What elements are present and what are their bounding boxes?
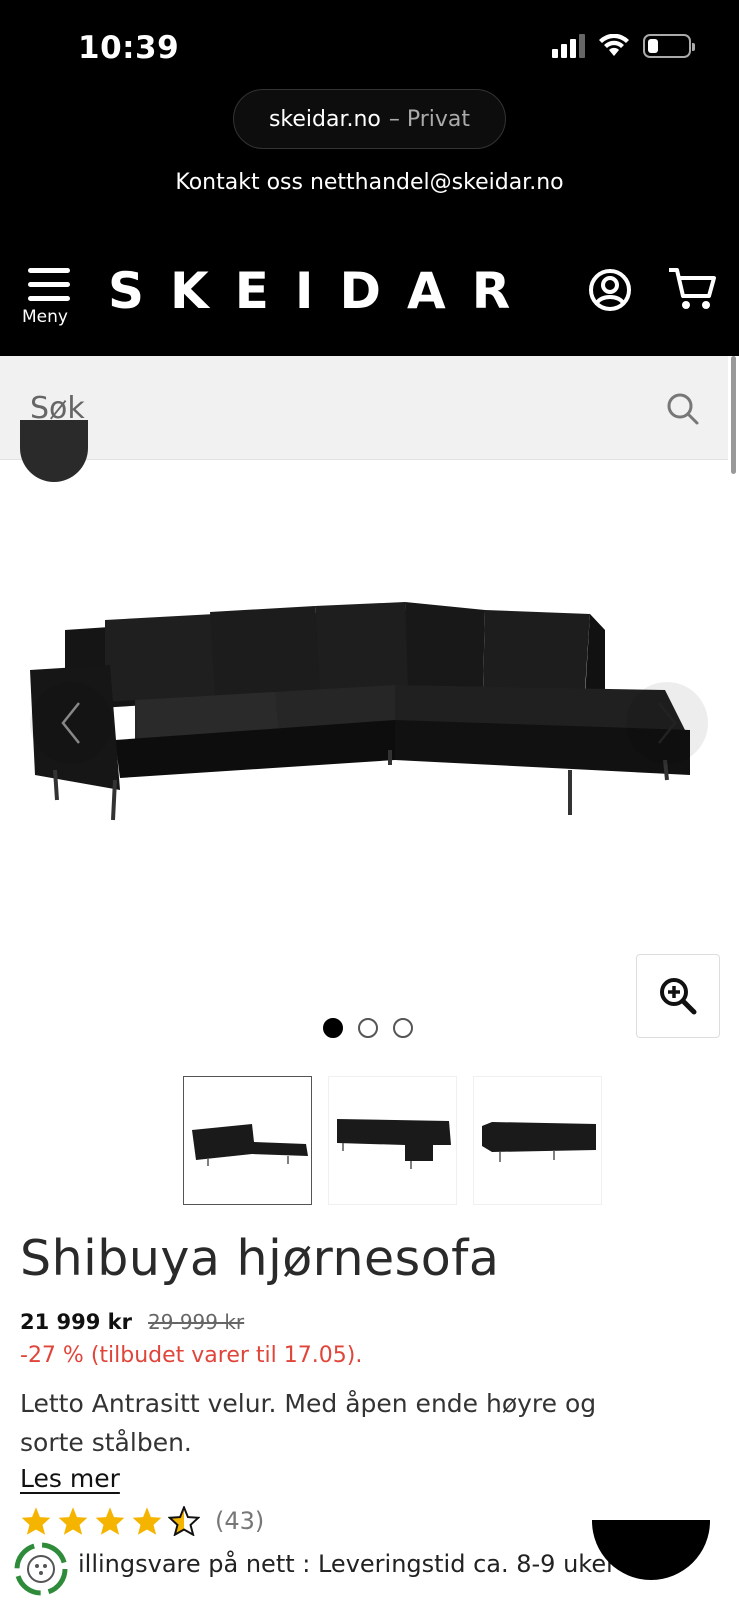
discount-text: -27 % (tilbudet varer til 17.05). [20,1343,363,1368]
product-rating[interactable]: (43) [20,1506,264,1536]
url-mode: – Privat [388,106,471,132]
star-icon [95,1507,125,1535]
zoom-in-icon [660,978,697,1015]
chevron-left-icon [61,702,80,744]
star-half-icon [168,1506,200,1536]
chevron-right-icon [658,702,677,744]
menu-label: Meny [22,307,68,327]
signal-icon [552,34,585,58]
pagination-dot[interactable] [323,1018,343,1038]
star-icon [132,1507,162,1535]
next-image-button[interactable] [626,682,708,764]
search-input[interactable] [30,384,630,432]
thumbnail[interactable] [183,1076,312,1205]
read-more-link[interactable]: Les mer [20,1464,120,1493]
current-price: 21 999 kr [20,1310,133,1334]
thumbnail[interactable] [328,1076,457,1205]
image-pagination [323,1018,413,1038]
search-bar [0,356,728,460]
thumbnail-image [481,1121,596,1162]
account-icon[interactable] [588,268,632,312]
page-scrollbar[interactable] [731,356,736,474]
product-badge [20,420,88,482]
delivery-text: illingsvare på nett : Leveringstid ca. 8… [78,1550,616,1578]
thumbnail[interactable] [473,1076,602,1205]
thumbnail-image [191,1123,308,1166]
thumbnail-image [336,1118,451,1169]
wifi-icon [599,34,629,56]
prev-image-button[interactable] [30,682,112,764]
url-bar[interactable]: skeidar.no – Privat [233,89,506,149]
thumbnail-strip [183,1076,602,1205]
header-bar: 10:39 skeidar.no – Privat Kontakt oss ne… [0,0,739,356]
eco-badge-icon[interactable] [14,1542,68,1596]
status-icons [552,34,695,58]
star-icon [58,1507,88,1535]
contact-banner[interactable]: Kontakt oss netthandel@skeidar.no [0,170,739,195]
old-price: 29 999 kr [148,1310,245,1334]
status-time: 10:39 [78,30,180,66]
zoom-button[interactable] [636,954,720,1038]
menu-button[interactable]: Meny [22,268,72,327]
product-image [30,602,690,821]
logo[interactable]: SKEIDAR [108,262,536,320]
url-domain: skeidar.no [268,106,381,132]
menu-icon [22,268,72,301]
search-icon[interactable] [666,392,700,426]
battery-icon [643,34,695,58]
pagination-dot[interactable] [393,1018,413,1038]
price-row: 21 999 kr 29 999 kr [20,1310,244,1334]
product-title: Shibuya hjørnesofa [20,1230,500,1287]
pagination-dot[interactable] [358,1018,378,1038]
rating-count: (43) [215,1507,265,1535]
star-icon [21,1507,51,1535]
product-description: Letto Antrasitt velur. Med åpen ende høy… [20,1389,597,1457]
cart-icon[interactable] [667,266,717,312]
